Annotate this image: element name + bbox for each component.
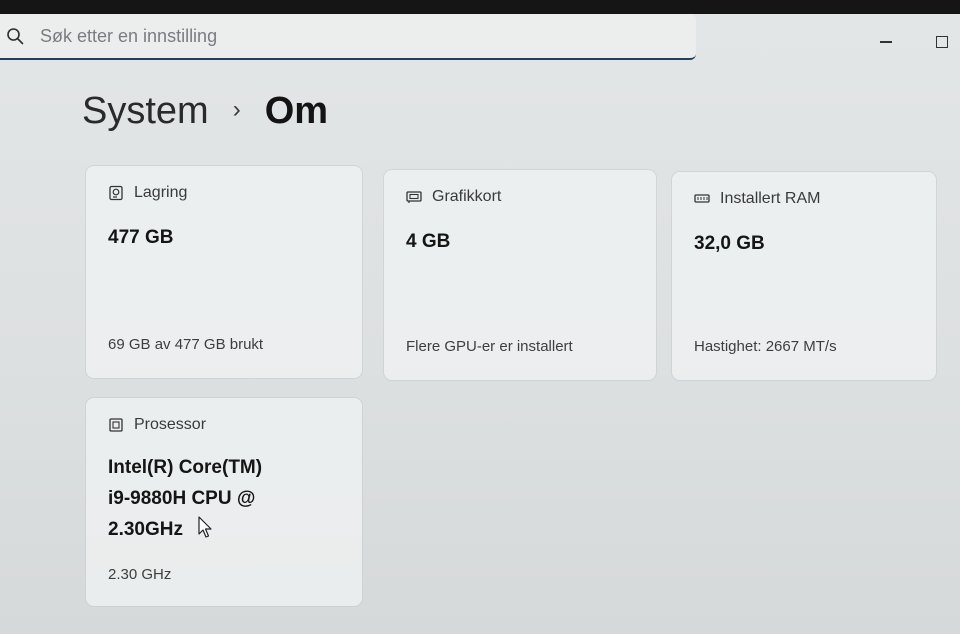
storage-label: Lagring <box>134 184 188 201</box>
graphics-label: Grafikkort <box>432 188 502 205</box>
maximize-button[interactable] <box>930 30 954 54</box>
maximize-icon <box>936 36 948 48</box>
processor-value-line1: Intel(R) Core(TM) <box>108 457 263 478</box>
mouse-pointer-icon <box>198 516 212 538</box>
search-box[interactable] <box>0 14 696 60</box>
processor-label: Prosessor <box>134 416 207 433</box>
graphics-detail: Flere GPU-er er installert <box>406 338 573 355</box>
storage-value: 477 GB <box>108 227 174 248</box>
processor-detail: 2.30 GHz <box>108 566 172 583</box>
ram-label: Installert RAM <box>720 190 821 207</box>
breadcrumb-system[interactable]: System <box>82 90 209 133</box>
screen-bezel <box>0 0 960 14</box>
storage-detail: 69 GB av 477 GB brukt <box>108 336 264 353</box>
graphics-card-icon <box>406 191 422 203</box>
search-input[interactable] <box>40 22 680 50</box>
storage-card-header: Lagring <box>108 184 187 202</box>
ram-value: 32,0 GB <box>694 233 765 254</box>
processor-value-line2: i9-9880H CPU @ <box>108 488 256 509</box>
storage-icon <box>109 185 123 201</box>
processor-value-line3: 2.30GHz <box>108 519 183 540</box>
ram-detail: Hastighet: 2667 MT/s <box>694 338 837 355</box>
ram-card[interactable]: Installert RAM 32,0 GB Hastighet: 2667 M… <box>672 172 936 380</box>
search-icon <box>7 28 24 45</box>
storage-card[interactable]: Lagring 477 GB 69 GB av 477 GB brukt <box>86 166 362 378</box>
minimize-icon <box>880 41 892 43</box>
graphics-card-header: Grafikkort <box>406 188 501 206</box>
ram-card-header: Installert RAM <box>694 190 820 208</box>
graphics-card[interactable]: Grafikkort 4 GB Flere GPU-er er installe… <box>384 170 656 380</box>
processor-value: Intel(R) Core(TM) i9-9880H CPU @ 2.30GHz <box>108 452 262 545</box>
graphics-value: 4 GB <box>406 231 451 252</box>
breadcrumb: System › Om <box>82 90 328 133</box>
minimize-button[interactable] <box>874 30 898 54</box>
page-title: Om <box>264 90 329 132</box>
chevron-right-icon: › <box>232 95 241 123</box>
processor-icon <box>109 418 123 432</box>
processor-card[interactable]: Prosessor Intel(R) Core(TM) i9-9880H CPU… <box>86 398 362 606</box>
memory-icon <box>694 194 710 203</box>
processor-card-header: Prosessor <box>108 416 206 434</box>
